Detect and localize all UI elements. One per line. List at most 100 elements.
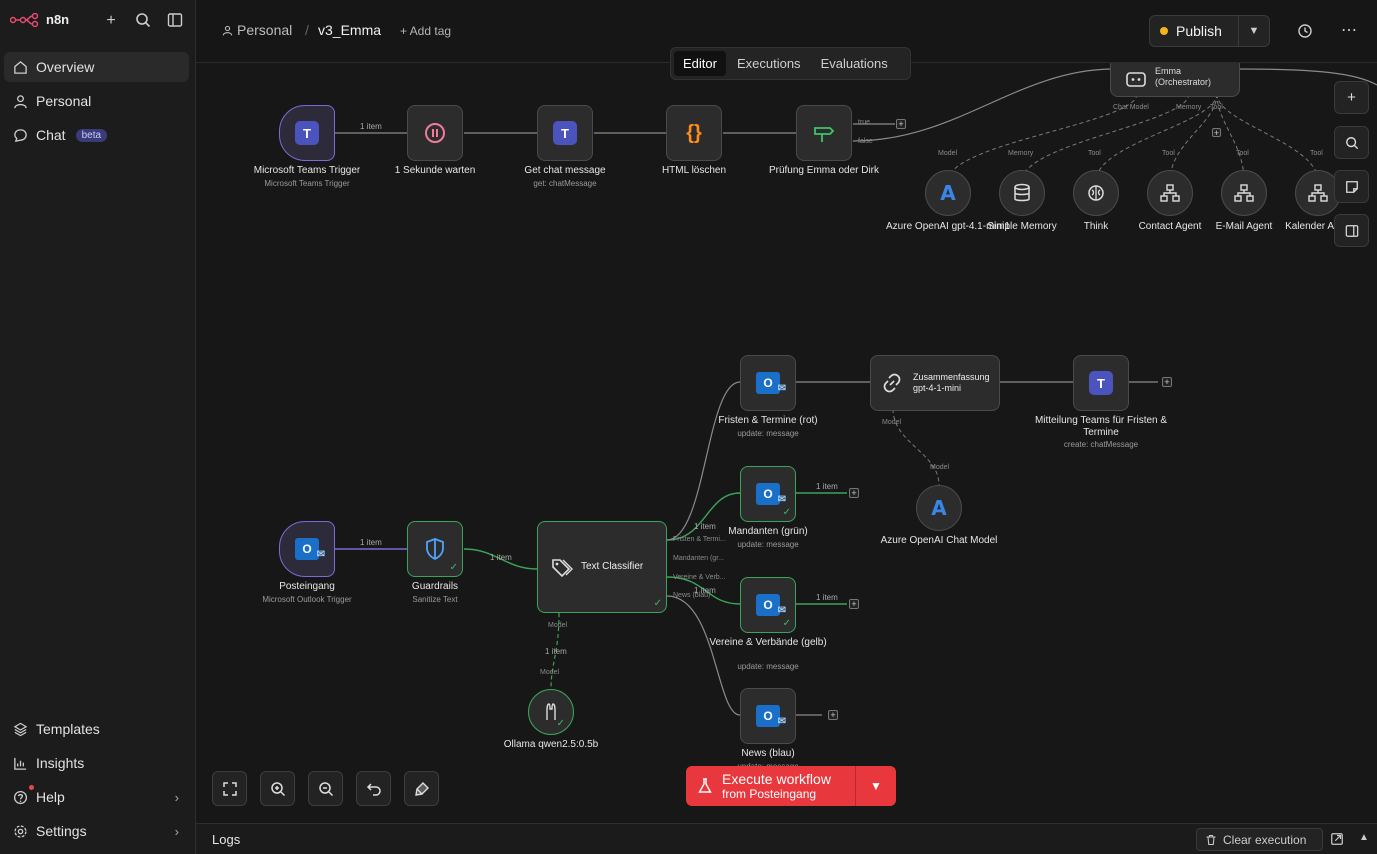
item-count: 1 item [360,122,382,131]
insights-icon [12,755,28,771]
vereine-node[interactable]: O ✓ [740,577,796,633]
sidebar-item-label: Help [36,789,65,805]
sidebar-item-chat[interactable]: Chat beta [4,120,189,150]
node-sublabel: get: chatMessage [533,179,597,188]
zoom-in-icon[interactable] [260,771,295,806]
port-label-memory: Memory [1176,104,1202,111]
node-sublabel: Microsoft Outlook Trigger [262,595,352,604]
zusammenfassung-node[interactable]: Zusammenfassung gpt-4-1-mini [870,355,1000,411]
add-node-icon[interactable]: + [828,710,838,720]
fit-view-icon[interactable] [212,771,247,806]
sidebar-item-label: Settings [36,823,87,839]
search-icon[interactable] [134,12,152,30]
html-node[interactable]: {} [666,105,722,161]
sidebar-item-overview[interactable]: Overview [4,52,189,82]
flask-icon [698,778,712,793]
teams-trigger-node[interactable]: T [279,105,335,161]
mitteilung-teams-node[interactable]: T [1073,355,1129,411]
node-label: Fristen & Termine (rot) [718,415,818,426]
zoom-out-icon[interactable] [308,771,343,806]
port-label-tool: Tool [1210,104,1223,111]
mandanten-node[interactable]: O ✓ [740,466,796,522]
ollama-node[interactable]: ✓ [528,689,574,735]
teams-icon: T [1089,371,1113,395]
notification-dot [29,785,34,790]
node-label: Text Classifier [581,561,644,572]
node-sublabel: update: message [737,429,799,438]
success-check-icon: ✓ [653,598,662,609]
chevron-down-icon[interactable]: ▼ [1239,16,1269,46]
node-sublabel: Sanitize Text [412,595,458,604]
sidebar-item-personal[interactable]: Personal [4,86,189,116]
add-node-icon[interactable]: + [896,119,906,129]
search-icon[interactable] [1334,126,1369,159]
collapse-sidebar-icon[interactable] [166,12,184,30]
add-tag-button[interactable]: + Add tag [400,24,451,38]
add-icon[interactable]: + [102,12,120,30]
clear-execution-button[interactable]: Clear execution [1196,828,1323,851]
success-check-icon: ✓ [782,507,791,518]
chevron-up-icon[interactable]: ▲ [1359,832,1369,843]
think-node[interactable] [1073,170,1119,216]
outlook-trigger-node[interactable]: O [279,521,335,577]
add-node-button[interactable]: + [1334,81,1369,114]
add-tool-icon[interactable]: + [1212,128,1221,138]
sidebar-item-label: Chat [36,127,66,143]
azure-openai-node[interactable]: A [925,170,971,216]
n8n-logo[interactable]: n8n [10,12,69,27]
add-node-icon[interactable]: + [849,599,859,609]
wait-node[interactable] [407,105,463,161]
logs-panel[interactable]: Logs Clear execution ▲ [196,823,1377,854]
sidebar-item-insights[interactable]: Insights [4,748,189,778]
port-label-model: Model [882,419,902,426]
node-label: Kalender A [1285,221,1334,232]
workflow-name[interactable]: v3_Emma [318,22,381,38]
undo-icon[interactable] [356,771,391,806]
guardrails-node[interactable]: ✓ [407,521,463,577]
add-node-icon[interactable]: + [849,488,859,498]
get-chat-node[interactable]: T [537,105,593,161]
panel-toggle-icon[interactable] [1334,214,1369,247]
azure-icon: A [940,181,956,205]
sidebar-item-help[interactable]: Help › [4,782,189,812]
port-label-vereine: Vereine & Verb... [673,574,726,581]
add-node-icon[interactable]: + [1162,377,1172,387]
workflow-canvas[interactable]: T Microsoft Teams Trigger Microsoft Team… [196,63,1377,823]
if-node[interactable] [796,105,852,161]
sitemap-icon [1160,184,1180,202]
success-check-icon: ✓ [782,618,791,629]
node-label: Posteingang [279,581,335,592]
text-classifier-node[interactable]: Text Classifier ✓ [537,521,667,613]
email-agent-node[interactable] [1221,170,1267,216]
breadcrumb-project[interactable]: Personal [237,22,292,38]
outlook-icon: O [756,705,786,727]
sidebar-item-templates[interactable]: Templates [4,714,189,744]
tab-editor[interactable]: Editor [674,51,726,76]
fristen-node[interactable]: O [740,355,796,411]
more-options-icon[interactable]: ⋯ [1341,20,1358,40]
sticky-note-icon[interactable] [1334,170,1369,203]
tidy-up-icon[interactable] [404,771,439,806]
news-node[interactable]: O [740,688,796,744]
sidebar-item-label: Personal [36,93,92,109]
sidebar-item-settings[interactable]: Settings › [4,816,189,846]
simple-memory-node[interactable] [999,170,1045,216]
orchestrator-node[interactable]: Emma (Orchestrator) [1110,63,1240,97]
publish-button[interactable]: Publish [1150,16,1239,46]
port-label-chat-model: Chat Model [1113,104,1149,111]
execute-subtitle: from Posteingang [722,787,817,801]
app-name: n8n [46,12,70,27]
azure-chat-model-node[interactable]: A [916,485,962,531]
node-label: Prüfung Emma oder Dirk [768,165,880,176]
contact-agent-node[interactable] [1147,170,1193,216]
pause-icon [425,123,445,143]
tab-evaluations[interactable]: Evaluations [812,51,897,76]
chevron-down-icon[interactable]: ▼ [856,766,896,806]
popout-icon[interactable] [1330,832,1344,851]
history-icon[interactable] [1297,23,1313,44]
node-label: HTML löschen [661,165,727,176]
node-label: Guardrails [411,581,459,592]
execute-workflow-button[interactable]: Execute workflow from Posteingang [686,766,856,806]
node-label: Get chat message [524,165,606,176]
tab-executions[interactable]: Executions [728,51,810,76]
